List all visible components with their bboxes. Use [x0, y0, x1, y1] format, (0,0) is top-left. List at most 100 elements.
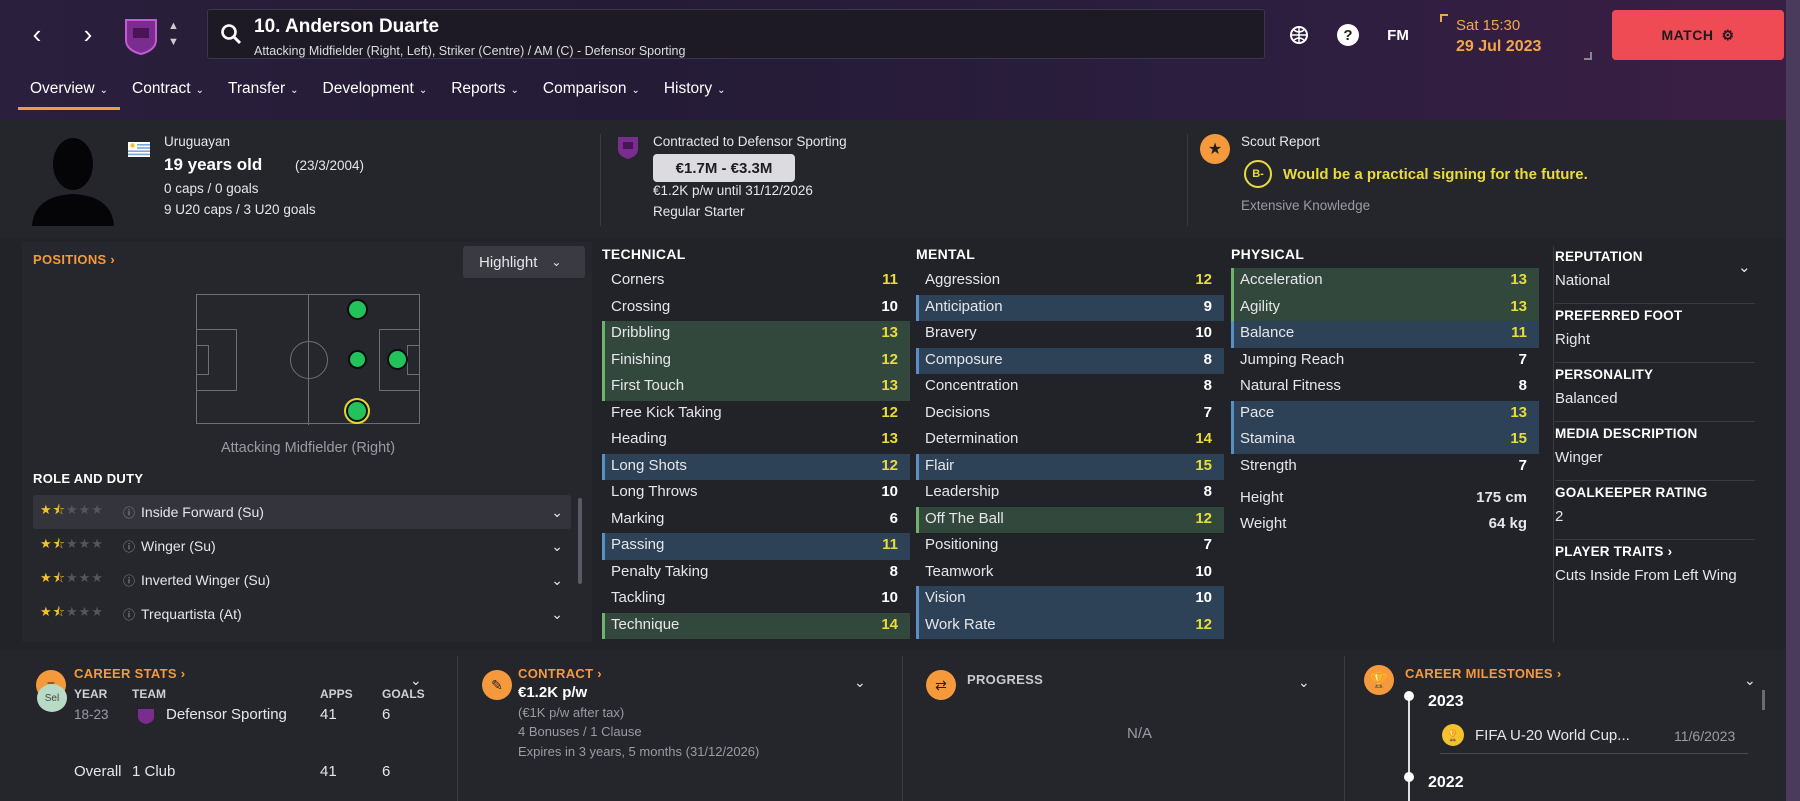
highlight-dropdown[interactable]: Highlight ⌄	[463, 246, 585, 278]
player-traits-item[interactable]: PLAYER TRAITS › Cuts Inside From Left Wi…	[1555, 540, 1755, 584]
attribute-row[interactable]: Concentration 8	[916, 374, 1224, 401]
attribute-row[interactable]: Crossing 10	[602, 295, 910, 322]
reputation-item[interactable]: REPUTATION National	[1555, 245, 1755, 304]
attribute-row[interactable]: Off The Ball 12	[916, 506, 1224, 533]
forward-arrow-icon[interactable]: ›	[68, 14, 108, 54]
attribute-row[interactable]: Anticipation 9	[916, 294, 1224, 321]
attribute-row[interactable]: Technique 14	[602, 612, 910, 639]
chevron-down-icon[interactable]: ⌄	[854, 674, 866, 691]
stat-team[interactable]: Defensor Sporting	[166, 706, 287, 723]
milestones-title[interactable]: CAREER MILESTONES ›	[1405, 666, 1561, 681]
attribute-row[interactable]: Flair 15	[916, 453, 1224, 480]
attribute-row[interactable]: Balance 11	[1231, 321, 1539, 348]
mental-title: MENTAL	[916, 246, 976, 262]
position-dot-amr[interactable]	[344, 398, 370, 424]
transfer-value-pill[interactable]: €1.7M - €3.3M	[653, 154, 795, 182]
attribute-row[interactable]: Positioning 7	[916, 533, 1224, 560]
help-icon[interactable]: ?	[1331, 18, 1365, 52]
tab-reports[interactable]: Reports ⌄	[439, 76, 531, 110]
fm-menu-button[interactable]: FM	[1381, 18, 1415, 52]
roles-scrollbar[interactable]	[578, 498, 582, 584]
media-description-value: Winger	[1555, 449, 1603, 466]
attribute-row[interactable]: Decisions 7	[916, 401, 1224, 428]
tab-development[interactable]: Development ⌄	[311, 76, 440, 110]
attribute-row[interactable]: First Touch 13	[602, 374, 910, 401]
swap-arrows-icon: ⇄	[926, 670, 956, 700]
chevron-right-icon: ›	[110, 252, 116, 267]
match-button[interactable]: MATCH ⚙	[1612, 10, 1784, 60]
role-row-trequartista[interactable]: ★⯪★★★ ⓘ Trequartista (At) ⌄	[33, 597, 571, 631]
back-arrow-icon[interactable]: ‹	[17, 14, 57, 54]
attribute-name: Agility	[1240, 297, 1281, 315]
attribute-row[interactable]: Long Shots 12	[602, 453, 910, 480]
attribute-row[interactable]: Vision 10	[916, 586, 1224, 613]
squad-status: Regular Starter	[653, 204, 745, 219]
attribute-value: 15	[1195, 456, 1212, 474]
info-icon: ⓘ	[123, 505, 136, 520]
tab-contract[interactable]: Contract ⌄	[120, 76, 216, 110]
player-avatar	[30, 134, 116, 231]
tab-overview[interactable]: Overview ⌄	[18, 76, 120, 110]
attribute-row[interactable]: Aggression 12	[916, 268, 1224, 295]
attribute-row[interactable]: Passing 11	[602, 533, 910, 560]
attribute-row[interactable]: Teamwork 10	[916, 560, 1224, 587]
attribute-row[interactable]: Finishing 12	[602, 347, 910, 374]
attribute-name: Bravery	[925, 324, 977, 341]
attribute-row[interactable]: Marking 6	[602, 507, 910, 534]
player-search-bar[interactable]: 10. Anderson Duarte Attacking Midfielder…	[207, 9, 1265, 59]
role-row-inside-forward[interactable]: ★⯪★★★ ⓘ Inside Forward (Su) ⌄	[33, 495, 571, 529]
position-dot-st[interactable]	[387, 349, 408, 370]
role-row-winger[interactable]: ★⯪★★★ ⓘ Winger (Su) ⌄	[33, 529, 571, 563]
pen-icon: ✎	[482, 670, 512, 700]
attribute-value: 10	[881, 589, 898, 606]
club-badge-icon[interactable]	[120, 14, 162, 56]
contract-bonuses: 4 Bonuses / 1 Clause	[518, 724, 642, 739]
attribute-value: 9	[1203, 297, 1212, 315]
attribute-row[interactable]: Free Kick Taking 12	[602, 401, 910, 428]
club-switch-chevrons-icon[interactable]: ▲ ▼	[168, 18, 179, 50]
match-label: MATCH	[1661, 27, 1714, 43]
attribute-row[interactable]: Acceleration 13	[1231, 268, 1539, 295]
globe-icon[interactable]	[1282, 18, 1316, 52]
career-stats-title[interactable]: CAREER STATS ›	[74, 666, 185, 681]
attribute-row[interactable]: Work Rate 12	[916, 612, 1224, 639]
attribute-row[interactable]: Bravery 10	[916, 321, 1224, 348]
technical-title: TECHNICAL	[602, 246, 686, 262]
attribute-row[interactable]: Heading 13	[602, 427, 910, 454]
attribute-row[interactable]: Strength 7	[1231, 454, 1539, 481]
select-badge[interactable]: Sel	[37, 684, 67, 712]
game-date-box[interactable]: Sat 15:30 29 Jul 2023	[1440, 14, 1592, 60]
senior-caps: 0 caps / 0 goals	[164, 181, 259, 196]
tab-transfer[interactable]: Transfer ⌄	[216, 76, 311, 110]
chevron-down-icon[interactable]: ⌄	[1744, 672, 1756, 689]
positions-title[interactable]: POSITIONS ›	[33, 252, 115, 267]
position-dot-amc[interactable]	[348, 350, 367, 369]
attribute-row[interactable]: Agility 13	[1231, 294, 1539, 321]
milestones-scrollbar[interactable]	[1762, 690, 1765, 710]
attribute-row[interactable]: Penalty Taking 8	[602, 560, 910, 587]
attribute-row[interactable]: Pace 13	[1231, 400, 1539, 427]
attribute-name: Leadership	[925, 483, 1000, 500]
attribute-row[interactable]: Dribbling 13	[602, 321, 910, 348]
attribute-row[interactable]: Corners 11	[602, 268, 910, 295]
attribute-value: 12	[881, 403, 898, 421]
attribute-row[interactable]: Natural Fitness 8	[1231, 374, 1539, 401]
chevron-down-icon[interactable]: ⌄	[1298, 674, 1310, 691]
attribute-name: Concentration	[925, 377, 1019, 394]
position-dot-aml[interactable]	[347, 299, 368, 320]
chevron-down-icon: ⌄	[418, 85, 428, 96]
attribute-row[interactable]: Determination 14	[916, 427, 1224, 454]
contract-title[interactable]: CONTRACT ›	[518, 666, 602, 681]
chevron-down-icon[interactable]: ⌄	[1738, 258, 1751, 276]
tab-comparison[interactable]: Comparison ⌄	[531, 76, 652, 110]
attribute-row[interactable]: Stamina 15	[1231, 427, 1539, 454]
tab-history[interactable]: History ⌄	[652, 76, 738, 110]
attribute-row[interactable]: Long Throws 10	[602, 480, 910, 507]
attribute-row[interactable]: Jumping Reach 7	[1231, 348, 1539, 375]
attribute-row[interactable]: Tackling 10	[602, 586, 910, 613]
info-icon: ⓘ	[123, 539, 136, 554]
attribute-row[interactable]: Composure 8	[916, 347, 1224, 374]
role-row-inverted-winger[interactable]: ★⯪★★★ ⓘ Inverted Winger (Su) ⌄	[33, 563, 571, 597]
attribute-name: Vision	[925, 589, 966, 606]
attribute-row[interactable]: Leadership 8	[916, 480, 1224, 507]
